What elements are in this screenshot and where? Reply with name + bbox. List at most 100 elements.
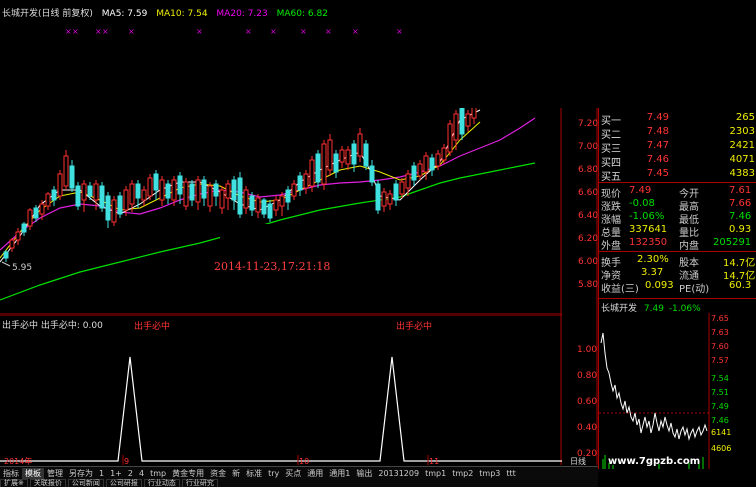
period-label: 日线 (570, 457, 586, 466)
toolbar-tab[interactable]: 通用1 (326, 468, 353, 479)
toolbar-tab[interactable]: 4 (136, 469, 147, 478)
toolbar-tab[interactable]: 模板 (22, 467, 44, 479)
buy-row-5: 买五 7.45 4383 (601, 168, 755, 183)
ma10-label: MA10: 7.54 (156, 9, 208, 19)
candle-body (231, 179, 237, 201)
toolbar-tab[interactable]: try (265, 469, 282, 478)
toolbar-tab[interactable]: 指标 (0, 468, 22, 479)
toolbar-tab[interactable]: 输出 (353, 468, 375, 479)
candle-body (159, 179, 165, 201)
toolbar-tab[interactable]: tmp (147, 469, 169, 478)
chart-marker: × (270, 27, 277, 36)
candle-body (93, 183, 99, 201)
toolbar-tab[interactable]: tmp3 (476, 469, 503, 478)
candle-body (105, 195, 111, 221)
candle-body (219, 189, 225, 209)
candle-body (243, 189, 249, 209)
ind-tick: 0.60 (577, 397, 597, 407)
chart-marker: × (95, 27, 102, 36)
sub-toolbar-tab[interactable]: 关联报价 (29, 479, 66, 487)
candle-body (123, 189, 129, 211)
candle-body (117, 195, 123, 215)
sub-toolbar-tab[interactable]: 扩展※ (0, 479, 28, 487)
candle-body (21, 223, 27, 233)
ma60-label: MA60: 6.82 (276, 9, 328, 19)
candle-body (393, 183, 399, 201)
sub-toolbar-tab[interactable]: 行业研究 (181, 479, 218, 487)
indicator-chart[interactable]: 出手必中 出手必中 2014年 9 10 11 (0, 315, 562, 465)
toolbar-tab[interactable]: ttt (503, 469, 518, 478)
toolbar-tab[interactable]: 买点 (282, 468, 304, 479)
candle-body (201, 179, 207, 199)
signal-label-2: 出手必中 (396, 320, 432, 332)
toolbar-tab[interactable]: 通用 (304, 468, 326, 479)
candle-body (357, 133, 363, 157)
candle-body (321, 143, 327, 185)
candle-body (447, 123, 453, 153)
candle-body (183, 181, 189, 207)
toolbar-tab[interactable]: 20131209 (375, 469, 422, 478)
candle-body (333, 153, 339, 173)
price-tick: 6.00 (578, 257, 598, 267)
toolbar-tab[interactable]: 管理 (44, 468, 66, 479)
toolbar-tab[interactable]: 1 (96, 469, 107, 478)
candle-body (45, 193, 51, 207)
candle-body (309, 159, 315, 187)
quote-panel: 买一 7.49 265 买二 7.48 2303 买三 7.47 2421 买四 7.46 40… (598, 108, 756, 298)
sub-toolbar-tab[interactable]: 公司研报 (105, 479, 142, 487)
toolbar-tab[interactable]: 资金 (207, 468, 229, 479)
candle-body (27, 209, 33, 227)
candle-body (15, 231, 21, 241)
x-label-9: 9 (124, 457, 129, 465)
toolbar-tab[interactable]: tmp2 (449, 469, 476, 478)
quote-row-volume: 总量 337641 量比 0.93 (601, 224, 752, 239)
x-label-10: 10 (299, 457, 309, 465)
toolbar-tab[interactable]: 1+ (107, 469, 125, 478)
mini-intraday-chart: 7.65 7.63 7.60 7.57 7.54 7.51 7.49 7.46 … (599, 313, 731, 469)
candle-body (327, 139, 333, 171)
candle-body (189, 183, 195, 201)
candle-body (351, 143, 357, 165)
candle-body (237, 177, 243, 215)
mini-tick: 7.49 (711, 402, 729, 411)
candle-body (423, 155, 429, 173)
candle-body (375, 183, 381, 211)
quote-row-change: 涨跌 -0.08 最高 7.66 (601, 198, 752, 213)
candle-body (135, 183, 141, 199)
price-tick: 6.20 (578, 234, 598, 244)
candle-body (213, 183, 219, 197)
price-tick: 5.80 (578, 280, 598, 290)
candle-body (99, 185, 105, 209)
candle-body (459, 103, 465, 135)
mini-tick: 7.57 (711, 356, 729, 365)
toolbar-tab[interactable]: 新 (229, 468, 243, 479)
candle-body (141, 189, 147, 201)
mini-chart-panel[interactable]: 长城开发 7.49 -1.06% 7.65 7.63 7.60 7.57 7.5… (598, 298, 756, 469)
candle-body (441, 147, 447, 161)
chart-marker: × (325, 27, 332, 36)
candle-body (57, 173, 63, 197)
toolbar-tab[interactable]: 另存为 (66, 468, 96, 479)
toolbar-tab[interactable]: tmp1 (422, 469, 449, 478)
sub-toolbar-tab[interactable]: 公司新闻 (67, 479, 104, 487)
quote-row-eps: 收益(三) 0.093 PE(动) 60.3 (601, 280, 752, 295)
mini-vol-tick: 6141 (711, 428, 731, 437)
candle-body (453, 113, 459, 141)
ma5-label: MA5: 7.59 (101, 9, 148, 19)
candle-body (267, 203, 273, 219)
candle-body (255, 197, 261, 213)
candle-body (291, 183, 297, 197)
sub-toolbar-tab[interactable]: 行业动态 (143, 479, 180, 487)
chart-marker: × (102, 27, 109, 36)
toolbar-tab[interactable]: 标准 (243, 468, 265, 479)
toolbar-tab[interactable]: 黄金专用 (169, 468, 207, 479)
candle-body (33, 207, 39, 219)
candle-body (111, 199, 117, 223)
candle-body (195, 179, 201, 203)
candle-body (297, 175, 303, 191)
candle-body (147, 177, 153, 197)
ma20-label: MA20: 7.23 (216, 9, 268, 19)
signal-label-1: 出手必中 (134, 320, 170, 332)
price-tick: 7.20 (578, 119, 598, 129)
toolbar-tab[interactable]: 2 (125, 469, 136, 478)
